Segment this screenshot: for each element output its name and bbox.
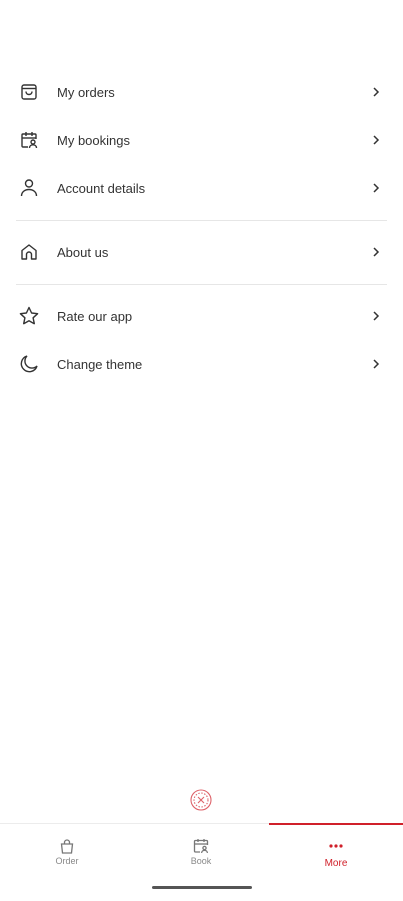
tab-label: Book xyxy=(190,856,212,866)
more-dots-icon xyxy=(327,837,345,855)
moon-icon xyxy=(18,353,40,375)
menu-item-about-us[interactable]: About us xyxy=(0,228,403,276)
bottom-tab-bar: Order Book More xyxy=(0,823,403,901)
menu-item-my-orders[interactable]: My orders xyxy=(0,68,403,116)
menu-item-change-theme[interactable]: Change theme xyxy=(0,340,403,388)
menu-item-label: My bookings xyxy=(57,132,130,148)
more-menu: My orders My bookings Account details Ab… xyxy=(0,68,403,388)
tab-label: More xyxy=(324,858,348,869)
calendar-person-icon xyxy=(18,129,40,151)
star-icon xyxy=(18,305,40,327)
menu-item-label: Account details xyxy=(57,180,146,196)
brand-logo-icon xyxy=(190,789,212,811)
tab-order[interactable]: Order xyxy=(0,824,134,884)
tab-more[interactable]: More xyxy=(269,824,403,884)
tab-label: Order xyxy=(55,856,79,866)
person-icon xyxy=(18,177,40,199)
menu-item-label: My orders xyxy=(57,84,115,100)
menu-item-my-bookings[interactable]: My bookings xyxy=(0,116,403,164)
home-icon xyxy=(18,241,40,263)
menu-item-label: About us xyxy=(57,244,109,260)
shopping-bag-icon xyxy=(18,81,40,103)
chevron-right-icon xyxy=(371,134,381,146)
menu-item-rate-our-app[interactable]: Rate our app xyxy=(0,292,403,340)
chevron-right-icon xyxy=(371,246,381,258)
chevron-right-icon xyxy=(371,86,381,98)
tab-book[interactable]: Book xyxy=(134,824,268,884)
chevron-right-icon xyxy=(371,182,381,194)
chevron-right-icon xyxy=(371,310,381,322)
menu-divider xyxy=(16,220,387,221)
calendar-person-icon xyxy=(192,837,210,855)
menu-divider xyxy=(16,284,387,285)
menu-item-label: Rate our app xyxy=(57,308,133,324)
chevron-right-icon xyxy=(371,358,381,370)
menu-item-account-details[interactable]: Account details xyxy=(0,164,403,212)
menu-item-label: Change theme xyxy=(57,356,143,372)
home-indicator[interactable] xyxy=(152,886,252,889)
bag-icon xyxy=(58,837,76,855)
